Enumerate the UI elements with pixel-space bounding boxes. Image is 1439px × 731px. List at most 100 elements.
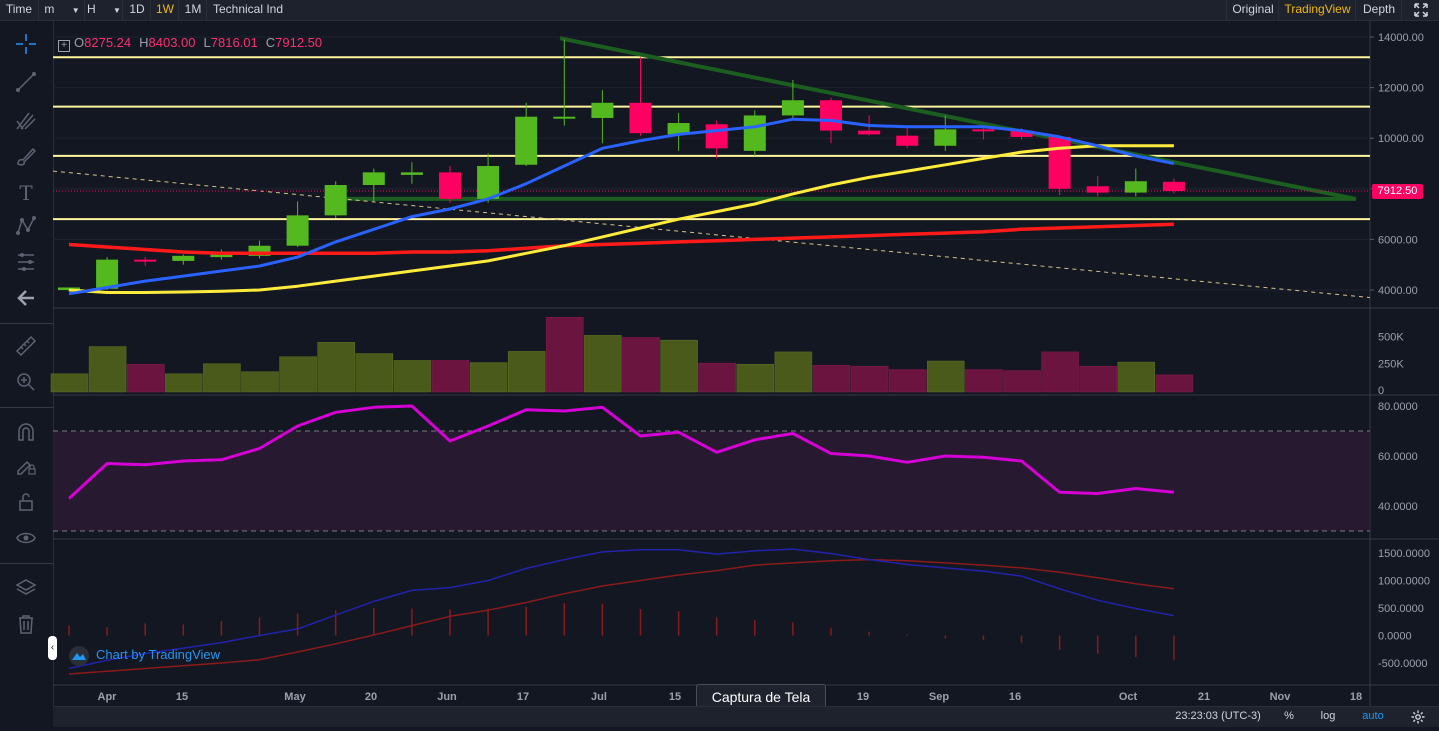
volume-tick-label: 250K bbox=[1378, 358, 1404, 370]
volume-bar bbox=[1155, 374, 1194, 393]
volume-bar bbox=[126, 363, 165, 393]
macd-tick-label: 0.0000 bbox=[1378, 631, 1412, 643]
candle-body bbox=[781, 100, 804, 116]
candle-body bbox=[1048, 136, 1071, 189]
candle-body bbox=[1086, 186, 1109, 193]
volume-bar bbox=[1041, 351, 1079, 393]
volume-bar bbox=[965, 369, 1003, 393]
volume-bar bbox=[431, 360, 470, 393]
volume-bar bbox=[622, 337, 660, 393]
candle-body bbox=[1162, 181, 1185, 192]
high-value: 8403.00 bbox=[148, 35, 196, 50]
volume-bar bbox=[812, 365, 851, 393]
macd-tick-label: 1500.0000 bbox=[1378, 548, 1430, 560]
volume-bar bbox=[546, 316, 584, 393]
volume-pane bbox=[50, 316, 1194, 393]
current-price-tag: 7912.50 bbox=[1372, 184, 1423, 199]
volume-bar bbox=[203, 363, 241, 393]
candle-body bbox=[743, 115, 766, 151]
rsi-tick-label: 40.0000 bbox=[1378, 501, 1418, 513]
volume-bar bbox=[88, 346, 127, 393]
price-tick-label: 4000.00 bbox=[1378, 285, 1418, 297]
plus-icon[interactable]: + bbox=[58, 40, 70, 52]
tradingview-logo-icon bbox=[68, 645, 90, 666]
time-tick-label: May bbox=[284, 691, 306, 703]
tradingview-brand[interactable]: Chart by TradingView bbox=[68, 645, 221, 666]
candle-body bbox=[324, 185, 347, 216]
volume-tick-label: 500K bbox=[1378, 332, 1404, 344]
volume-bar bbox=[50, 373, 89, 393]
volume-bar bbox=[850, 366, 889, 393]
volume-bar bbox=[774, 351, 813, 393]
ema-slow-line bbox=[68, 222, 1174, 256]
descending-trend-line bbox=[559, 36, 1357, 201]
low-label: L bbox=[203, 35, 211, 50]
candle-body bbox=[629, 102, 652, 134]
brand-text: Chart by TradingView bbox=[96, 647, 221, 662]
time-tick-label: 15 bbox=[176, 691, 188, 703]
time-tick-label: Apr bbox=[98, 691, 118, 703]
volume-bar bbox=[1079, 366, 1117, 393]
candle-body bbox=[477, 166, 500, 199]
time-tick-label: 21 bbox=[1198, 691, 1210, 703]
time-tick-label: 17 bbox=[517, 691, 529, 703]
macd-tick-label: -500.0000 bbox=[1378, 658, 1428, 670]
volume-bar bbox=[1003, 370, 1041, 393]
percent-scale-toggle[interactable]: % bbox=[1275, 707, 1303, 727]
price-chart-canvas[interactable]: 14000.0012000.0010000.008000.006000.0040… bbox=[0, 0, 1439, 726]
rsi-band bbox=[53, 431, 1370, 531]
time-tick-label: 16 bbox=[1009, 691, 1021, 703]
time-tick-label: 19 bbox=[857, 691, 869, 703]
price-tick-label: 10000.00 bbox=[1378, 133, 1424, 145]
volume-bar bbox=[469, 362, 508, 393]
volume-bar bbox=[279, 356, 317, 393]
bottom-toolbar: 23:23:03 (UTC-3) % log auto bbox=[53, 706, 1439, 727]
open-label: O bbox=[74, 35, 85, 50]
candle-body bbox=[400, 172, 423, 175]
candle-body bbox=[362, 172, 385, 186]
high-label: H bbox=[139, 35, 149, 50]
volume-bar bbox=[393, 360, 432, 393]
volume-bar bbox=[507, 351, 546, 393]
time-tick-label: Jul bbox=[591, 691, 607, 703]
price-tick-label: 12000.00 bbox=[1378, 83, 1424, 95]
volume-tick-label: 0 bbox=[1378, 385, 1384, 397]
time-tick-label: Sep bbox=[929, 691, 949, 703]
log-scale-toggle[interactable]: log bbox=[1313, 707, 1343, 727]
candle-body bbox=[972, 129, 995, 132]
volume-bar bbox=[888, 369, 927, 393]
volume-bar bbox=[736, 363, 775, 393]
rsi-tick-label: 80.0000 bbox=[1378, 401, 1418, 413]
ohlc-legend: + O8275.24 H8403.00 L7816.01 C7912.50 bbox=[58, 35, 330, 52]
time-tick-label: 15 bbox=[669, 691, 681, 703]
candle-body bbox=[820, 100, 842, 131]
candle-body bbox=[172, 255, 195, 261]
candle-body bbox=[553, 116, 576, 119]
volume-bar bbox=[355, 353, 394, 393]
macd-pane bbox=[68, 548, 1175, 675]
volume-bar bbox=[660, 339, 698, 393]
time-tick-label: 20 bbox=[365, 691, 377, 703]
open-value: 8275.24 bbox=[84, 35, 132, 50]
macd-signal-line bbox=[68, 558, 1174, 675]
volume-bar bbox=[241, 371, 279, 393]
time-tick-label: Nov bbox=[1270, 691, 1292, 703]
auto-scale-toggle[interactable]: auto bbox=[1353, 707, 1393, 727]
candle-body bbox=[134, 259, 157, 262]
settings-gear-icon[interactable] bbox=[1403, 707, 1433, 727]
candle-body bbox=[439, 172, 461, 199]
macd-tick-label: 500.0000 bbox=[1378, 603, 1424, 615]
candle-body bbox=[896, 135, 919, 146]
candlestick-pane bbox=[58, 39, 1185, 296]
volume-bar bbox=[698, 362, 736, 393]
candle-body bbox=[591, 102, 614, 118]
candle-body bbox=[705, 124, 728, 149]
volume-bar bbox=[584, 335, 622, 393]
candle-body bbox=[96, 259, 119, 289]
collapse-sidebar-icon[interactable]: ‹ bbox=[48, 636, 57, 660]
close-value: 7912.50 bbox=[275, 35, 323, 50]
candle-body bbox=[934, 129, 957, 146]
volume-bar bbox=[1117, 361, 1156, 393]
volume-bar bbox=[927, 360, 965, 393]
rsi-tick-label: 60.0000 bbox=[1378, 451, 1418, 463]
